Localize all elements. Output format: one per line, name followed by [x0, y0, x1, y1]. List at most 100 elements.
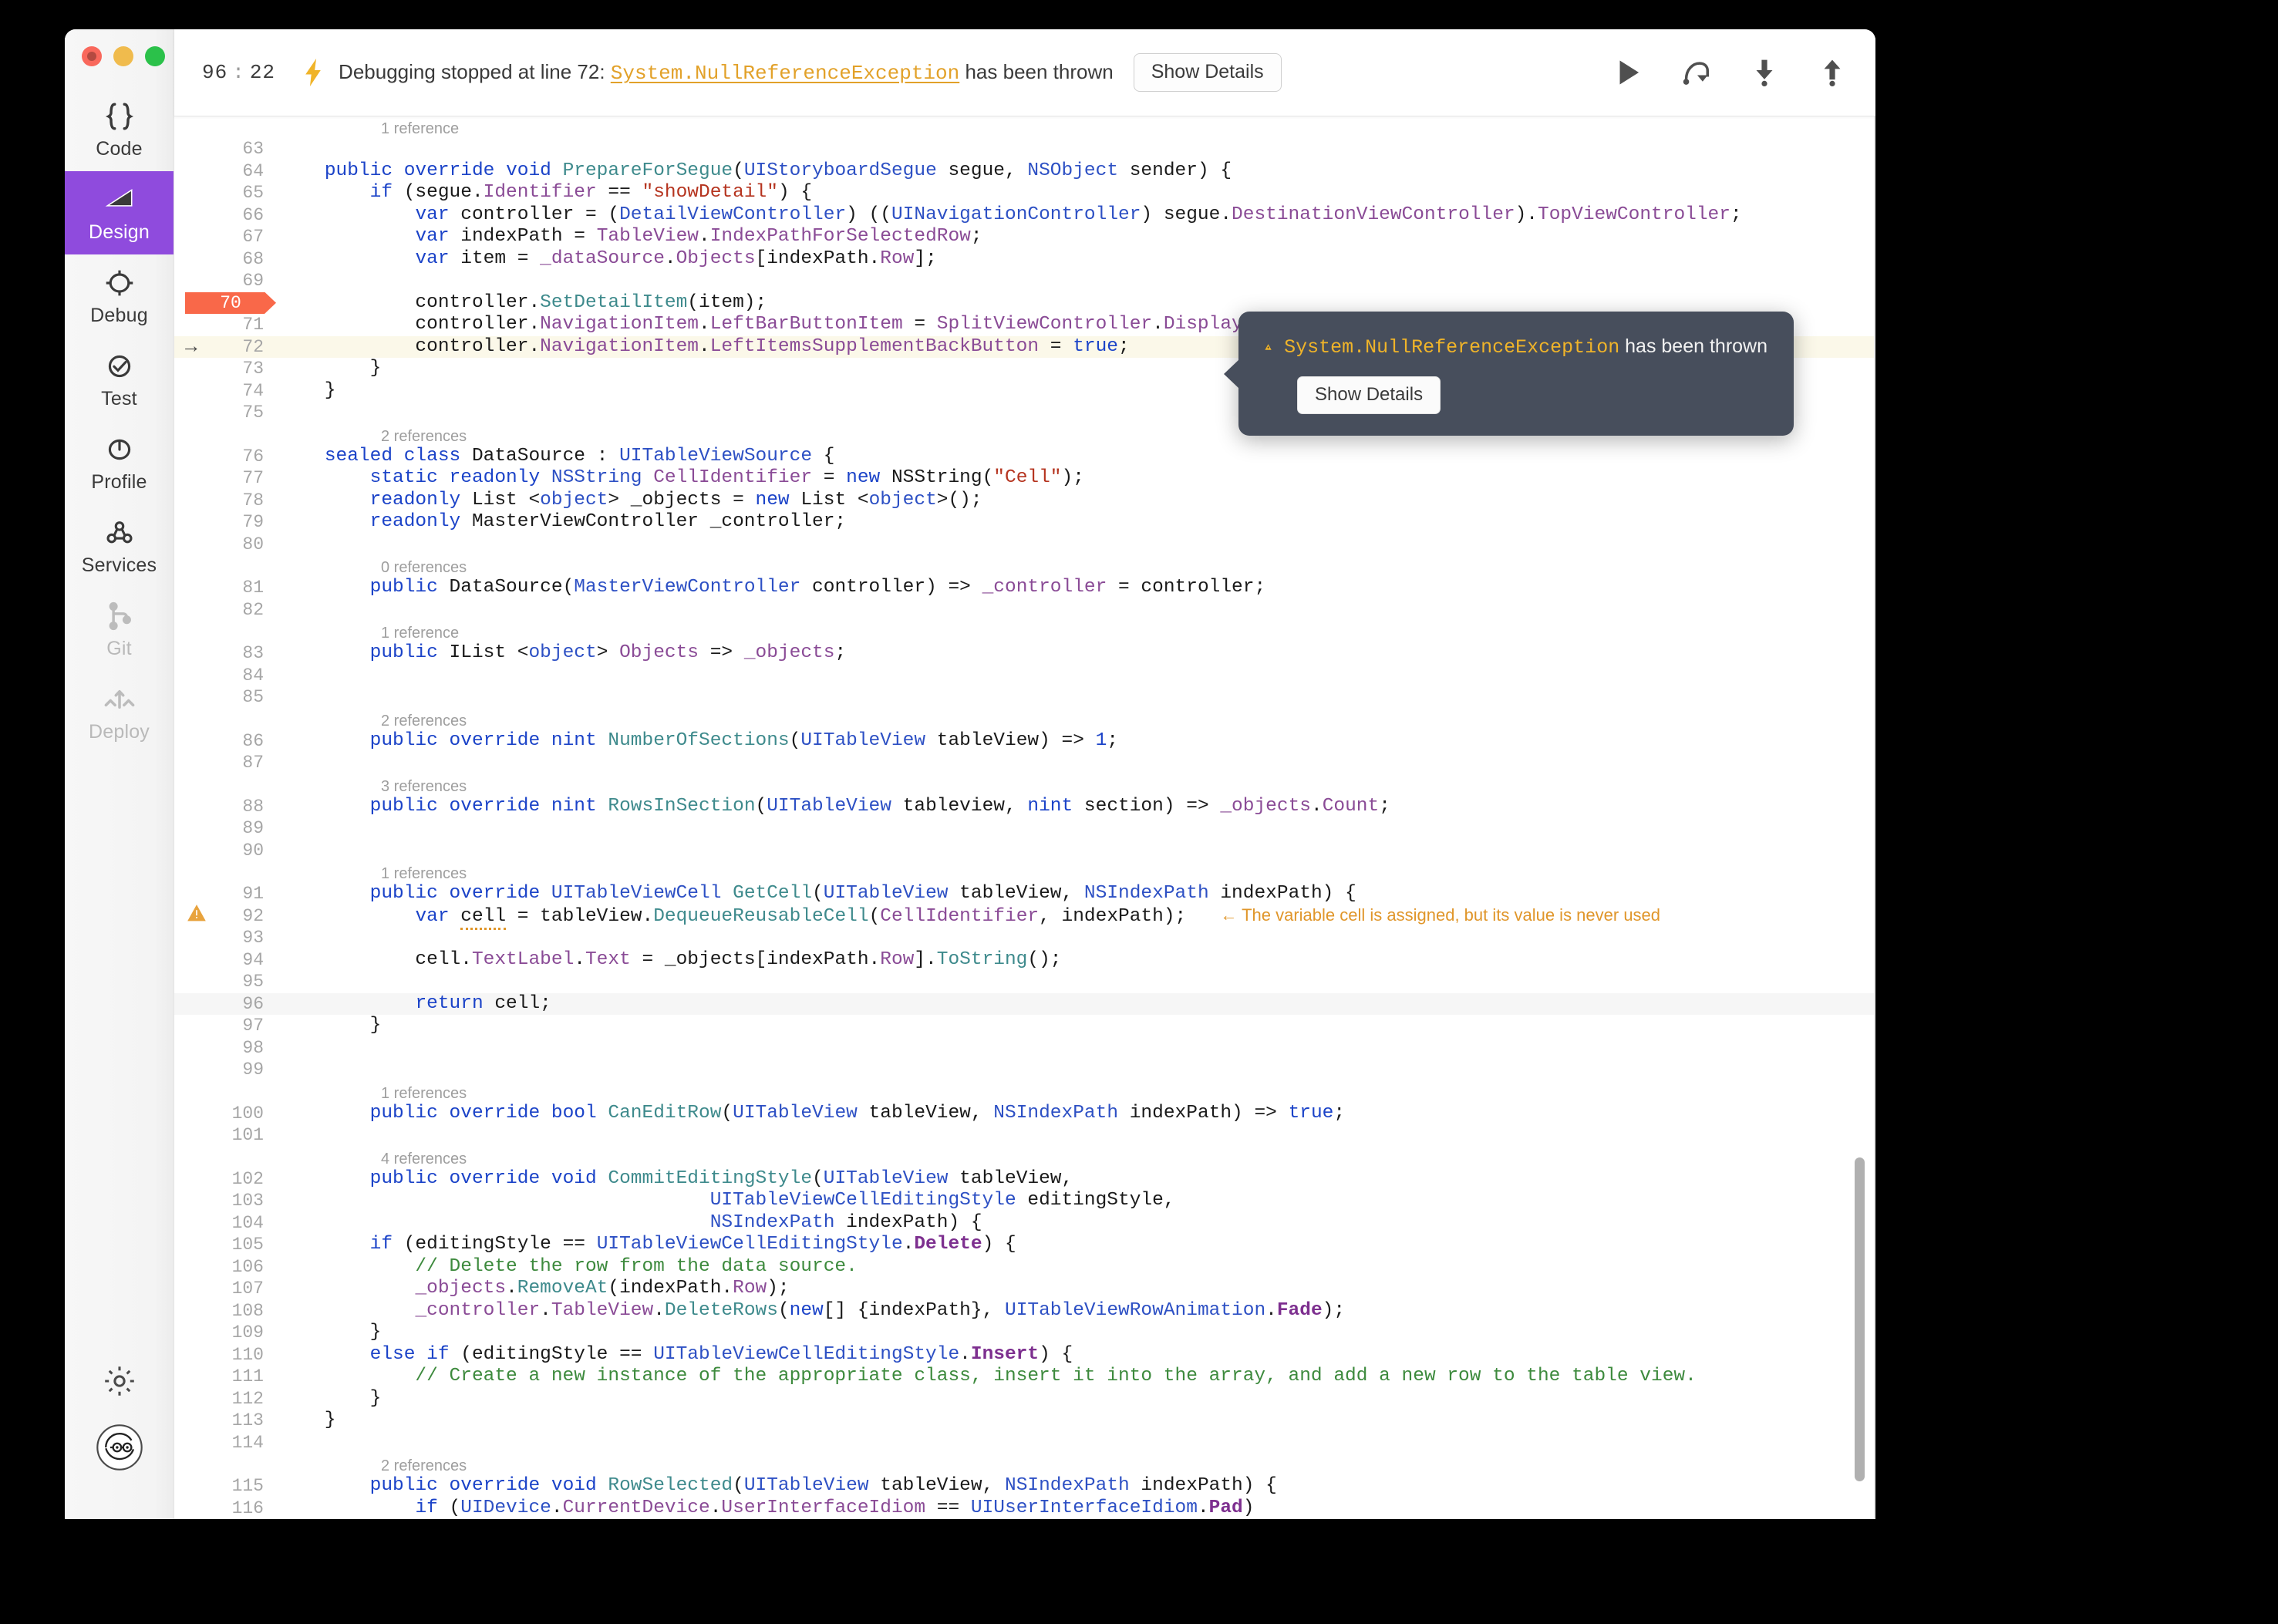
- codelens-label[interactable]: 4 references: [381, 1151, 467, 1168]
- code-line[interactable]: 67 var indexPath = TableView.IndexPathFo…: [174, 226, 1875, 248]
- codelens-reference-count[interactable]: 1 reference: [174, 116, 1875, 138]
- toolbar-show-details-button[interactable]: Show Details: [1133, 53, 1282, 92]
- code-text[interactable]: public override bool CanEditRow(UITableV…: [276, 1103, 1345, 1125]
- line-number-gutter[interactable]: 83: [174, 642, 276, 665]
- codelens-label[interactable]: 2 references: [381, 428, 467, 446]
- step-into-button[interactable]: [1749, 57, 1780, 88]
- step-out-button[interactable]: [1817, 57, 1848, 88]
- code-line[interactable]: 82: [174, 599, 1875, 622]
- line-number-gutter[interactable]: 95: [174, 971, 276, 993]
- line-number-gutter[interactable]: 93: [174, 927, 276, 949]
- code-line[interactable]: 63: [174, 138, 1875, 160]
- code-text[interactable]: public override UITableViewCell GetCell(…: [276, 883, 1356, 905]
- codelens-label[interactable]: 2 references: [381, 1457, 467, 1475]
- code-line[interactable]: 90: [174, 840, 1875, 862]
- code-line[interactable]: 68 var item = _dataSource.Objects[indexP…: [174, 248, 1875, 271]
- code-text[interactable]: public override void RowSelected(UITable…: [276, 1475, 1277, 1498]
- line-number-gutter[interactable]: 116: [174, 1498, 276, 1520]
- line-number-gutter[interactable]: 114: [174, 1432, 276, 1454]
- line-number-gutter[interactable]: 99: [174, 1059, 276, 1081]
- code-line[interactable]: 85: [174, 686, 1875, 709]
- code-text[interactable]: sealed class DataSource : UITableViewSou…: [276, 446, 835, 468]
- code-text[interactable]: controller.NavigationItem.LeftItemsSuppl…: [276, 336, 1129, 359]
- code-text[interactable]: static readonly NSString CellIdentifier …: [276, 467, 1084, 490]
- code-line[interactable]: 83 public IList <object> Objects => _obj…: [174, 642, 1875, 665]
- line-number-gutter[interactable]: 105: [174, 1234, 276, 1256]
- line-number-gutter[interactable]: 67: [174, 226, 276, 248]
- sidebar-item-debug[interactable]: Debug: [65, 254, 174, 338]
- code-line[interactable]: 111 // Create a new instance of the appr…: [174, 1366, 1875, 1388]
- line-number-gutter[interactable]: 68: [174, 248, 276, 271]
- code-line[interactable]: 115 public override void RowSelected(UIT…: [174, 1475, 1875, 1498]
- code-text[interactable]: var cell = tableView.DequeueReusableCell…: [276, 905, 1660, 930]
- codelens-label[interactable]: 1 reference: [381, 120, 459, 138]
- code-text[interactable]: }: [276, 1410, 336, 1432]
- code-line[interactable]: 93: [174, 927, 1875, 949]
- line-number-gutter[interactable]: 76: [174, 446, 276, 468]
- code-line[interactable]: 109 }: [174, 1322, 1875, 1344]
- line-number-gutter[interactable]: 92: [174, 904, 276, 929]
- code-line[interactable]: 108 _controller.TableView.DeleteRows(new…: [174, 1300, 1875, 1322]
- codelens-reference-count[interactable]: 2 references: [174, 709, 1875, 730]
- line-number-gutter[interactable]: 86: [174, 730, 276, 753]
- code-line[interactable]: 81 public DataSource(MasterViewControlle…: [174, 577, 1875, 599]
- code-line[interactable]: 107 _objects.RemoveAt(indexPath.Row);: [174, 1278, 1875, 1300]
- code-text[interactable]: return cell;: [276, 993, 551, 1016]
- line-number-gutter[interactable]: 78: [174, 490, 276, 512]
- code-line[interactable]: 84: [174, 665, 1875, 687]
- line-number-gutter[interactable]: 87: [174, 752, 276, 774]
- vertical-scrollbar[interactable]: [1855, 1157, 1865, 1481]
- codelens-label[interactable]: 3 references: [381, 778, 467, 796]
- codelens-label[interactable]: 1 references: [381, 1085, 467, 1103]
- code-text[interactable]: }: [276, 358, 382, 380]
- warning-triangle-icon[interactable]: [187, 904, 207, 929]
- codelens-reference-count[interactable]: 2 references: [174, 1454, 1875, 1475]
- code-line[interactable]: 92 var cell = tableView.DequeueReusableC…: [174, 904, 1875, 930]
- codelens-label[interactable]: 1 references: [381, 865, 467, 883]
- codelens-label[interactable]: 2 references: [381, 713, 467, 730]
- code-line[interactable]: 91 public override UITableViewCell GetCe…: [174, 883, 1875, 905]
- line-number-gutter[interactable]: 100: [174, 1103, 276, 1125]
- code-line[interactable]: 70 controller.SetDetailItem(item);: [174, 291, 1875, 315]
- code-editor[interactable]: 1 reference 63 64 public override void Pre…: [174, 116, 1875, 1519]
- continue-button[interactable]: [1613, 57, 1644, 88]
- code-text[interactable]: _controller.TableView.DeleteRows(new[] {…: [276, 1300, 1345, 1322]
- breakpoint-marker[interactable]: 70: [185, 292, 276, 315]
- line-number-gutter[interactable]: 112: [174, 1388, 276, 1410]
- codelens-reference-count[interactable]: 1 references: [174, 861, 1875, 883]
- code-line[interactable]: 94 cell.TextLabel.Text = _objects[indexP…: [174, 949, 1875, 972]
- line-number-gutter[interactable]: 80: [174, 534, 276, 556]
- line-number-gutter[interactable]: 101: [174, 1124, 276, 1147]
- line-number-gutter[interactable]: 79: [174, 511, 276, 534]
- sidebar-item-profile[interactable]: Profile: [65, 421, 174, 504]
- codelens-label[interactable]: 0 references: [381, 559, 467, 577]
- sidebar-item-test[interactable]: Test: [65, 338, 174, 421]
- code-line[interactable]: 89: [174, 817, 1875, 840]
- code-line[interactable]: 66 var controller = (DetailViewControlle…: [174, 204, 1875, 227]
- code-line[interactable]: 87: [174, 752, 1875, 774]
- sidebar-item-git[interactable]: Git: [65, 588, 174, 671]
- line-number-gutter[interactable]: 111: [174, 1366, 276, 1388]
- line-number-gutter[interactable]: 94: [174, 949, 276, 972]
- code-text[interactable]: var controller = (DetailViewController) …: [276, 204, 1741, 227]
- code-text[interactable]: }: [276, 1015, 382, 1037]
- code-line[interactable]: 98: [174, 1037, 1875, 1060]
- code-text[interactable]: public IList <object> Objects => _object…: [276, 642, 847, 665]
- code-text[interactable]: var indexPath = TableView.IndexPathForSe…: [276, 226, 982, 248]
- step-over-button[interactable]: [1681, 57, 1712, 88]
- line-number-gutter[interactable]: 85: [174, 686, 276, 709]
- code-text[interactable]: controller.SetDetailItem(item);: [276, 292, 767, 315]
- codelens-label[interactable]: 1 reference: [381, 625, 459, 642]
- sidebar-item-services[interactable]: Services: [65, 504, 174, 588]
- line-number-gutter[interactable]: 109: [174, 1322, 276, 1344]
- popup-show-details-button[interactable]: Show Details: [1297, 376, 1441, 414]
- codelens-reference-count[interactable]: 0 references: [174, 555, 1875, 577]
- line-number-gutter[interactable]: 75: [174, 402, 276, 424]
- code-line[interactable]: 95: [174, 971, 1875, 993]
- account-avatar[interactable]: [96, 1424, 143, 1474]
- code-line[interactable]: 100 public override bool CanEditRow(UITa…: [174, 1103, 1875, 1125]
- code-line[interactable]: 80: [174, 534, 1875, 556]
- line-number-gutter[interactable]: 64: [174, 160, 276, 183]
- settings-button[interactable]: [102, 1363, 137, 1402]
- code-text[interactable]: public override void PrepareForSegue(UIS…: [276, 160, 1232, 183]
